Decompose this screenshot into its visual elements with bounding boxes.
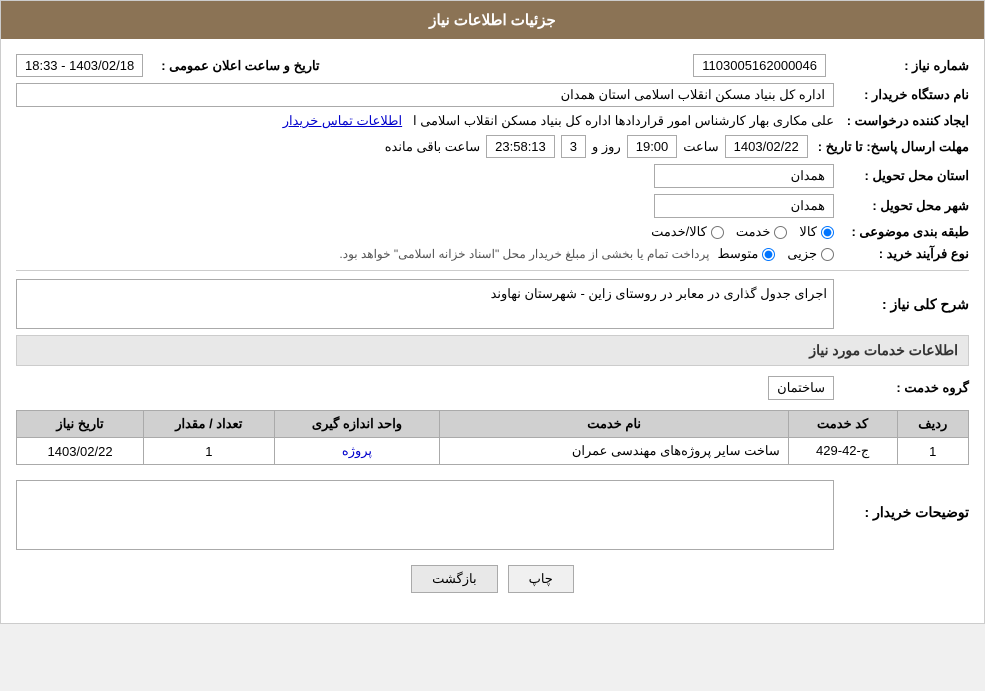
ejadKonande-link[interactable]: اطلاعات تماس خریدار xyxy=(283,113,402,128)
grohKhadamat-value: ساختمان xyxy=(768,376,834,400)
radio-kala-input[interactable] xyxy=(821,226,834,239)
namDasgah-label: نام دستگاه خریدار : xyxy=(834,87,969,103)
ostanTahvil-row: استان محل تحویل : همدان xyxy=(16,164,969,188)
radio-jozi: جزیی xyxy=(787,246,834,262)
ejadKonande-label: ایجاد کننده درخواست : xyxy=(834,113,969,129)
noeFarayand-note: پرداخت تمام یا بخشی از مبلغ خریدار محل "… xyxy=(339,247,709,261)
tawzihaat-label: توضیحات خریدار : xyxy=(834,504,969,521)
row-tedadMeqdar: 1 xyxy=(144,438,274,465)
tabaqeBandi-row: طبقه بندی موضوعی : کالا خدمت کالا/خدمت xyxy=(16,224,969,240)
grohKhadamat-row: گروه خدمت : ساختمان xyxy=(16,376,969,400)
noeFarayand-radio-group: جزیی متوسط xyxy=(717,246,834,262)
col-tedadMeqdar: تعداد / مقدار xyxy=(144,411,274,438)
divider1 xyxy=(16,270,969,271)
col-tarikhNiaz: تاریخ نیاز xyxy=(17,411,144,438)
saat-pasox: 19:00 xyxy=(627,135,678,158)
namDasgah-value: اداره کل بنیاد مسکن انقلاب اسلامی استان … xyxy=(16,83,834,107)
top-info-row: شماره نیاز : 1103005162000046 تاریخ و سا… xyxy=(16,54,969,77)
ostanTahvil-label: استان محل تحویل : xyxy=(834,168,969,184)
sharhKolli-label: شرح کلی نیاز : xyxy=(834,296,969,313)
radio-kala-khadamat: کالا/خدمت xyxy=(651,224,724,240)
roz-val: 3 xyxy=(561,135,586,158)
shahrTahvil-label: شهر محل تحویل : xyxy=(834,198,969,214)
roz-label: روز و xyxy=(592,139,621,155)
row-kodKhadamat: ج-42-429 xyxy=(788,438,897,465)
grohKhadamat-label: گروه خدمت : xyxy=(834,380,969,396)
row-vahedAndaze: پروژه xyxy=(274,438,440,465)
sharhKolli-row: شرح کلی نیاز : اجرای جدول گذاری در معابر… xyxy=(16,279,969,329)
table-row: 1 ج-42-429 ساخت سایر پروژه‌های مهندسی عم… xyxy=(17,438,969,465)
radio-kala-label: کالا xyxy=(799,224,817,240)
row-radif: 1 xyxy=(897,438,968,465)
khadamat-section-header: اطلاعات خدمات مورد نیاز xyxy=(16,335,969,366)
shomareNiaz-value: 1103005162000046 xyxy=(693,54,826,77)
services-table-header: ردیف کد خدمت نام خدمت واحد اندازه گیری ت… xyxy=(17,411,969,438)
mande-label: ساعت باقی مانده xyxy=(385,139,480,155)
radio-jozi-input[interactable] xyxy=(821,248,834,261)
bottom-buttons: چاپ بازگشت xyxy=(16,565,969,593)
row-namKhadamat: ساخت سایر پروژه‌های مهندسی عمران xyxy=(440,438,788,465)
services-section: ردیف کد خدمت نام خدمت واحد اندازه گیری ت… xyxy=(16,410,969,465)
shomareNiaz-label: شماره نیاز : xyxy=(834,58,969,74)
tawzihaat-box xyxy=(16,480,834,550)
page-title: جزئیات اطلاعات نیاز xyxy=(1,1,984,39)
tawzihaat-row: توضیحات خریدار : xyxy=(16,475,969,550)
tarikhAelan-label: تاریخ و ساعت اعلان عمومی : xyxy=(151,58,319,74)
ejadKonande-value: علی مکاری بهار کارشناس امور قراردادها اد… xyxy=(413,113,834,128)
services-table: ردیف کد خدمت نام خدمت واحد اندازه گیری ت… xyxy=(16,410,969,465)
page-wrapper: جزئیات اطلاعات نیاز شماره نیاز : 1103005… xyxy=(0,0,985,624)
tabaqeBandi-radio-group: کالا خدمت کالا/خدمت xyxy=(16,224,834,240)
col-namKhadamat: نام خدمت xyxy=(440,411,788,438)
mohlatErsalPasox-label: مهلت ارسال پاسخ: تا تاریخ : xyxy=(808,139,969,155)
col-kodKhadamat: کد خدمت xyxy=(788,411,897,438)
radio-kala-khadamat-label: کالا/خدمت xyxy=(651,224,707,240)
radio-kala-khadamat-input[interactable] xyxy=(711,226,724,239)
col-radif: ردیف xyxy=(897,411,968,438)
sharhKolli-value: اجرای جدول گذاری در معابر در روستای زاین… xyxy=(16,279,834,329)
radio-motovaset-input[interactable] xyxy=(762,248,775,261)
ejadKonande-row: ایجاد کننده درخواست : علی مکاری بهار کار… xyxy=(16,113,969,129)
main-content: شماره نیاز : 1103005162000046 تاریخ و سا… xyxy=(1,39,984,623)
radio-kala: کالا xyxy=(799,224,834,240)
radio-khadamat: خدمت xyxy=(736,224,788,240)
row-tarikhNiaz: 1403/02/22 xyxy=(17,438,144,465)
radio-khadamat-input[interactable] xyxy=(774,226,787,239)
namDasgah-row: نام دستگاه خریدار : اداره کل بنیاد مسکن … xyxy=(16,83,969,107)
ostanTahvil-value: همدان xyxy=(654,164,834,188)
radio-motovaset: متوسط xyxy=(717,246,775,262)
noeFarayand-label: نوع فرآیند خرید : xyxy=(834,246,969,262)
radio-motovaset-label: متوسط xyxy=(717,246,758,262)
col-vahedAndaze: واحد اندازه گیری xyxy=(274,411,440,438)
shahrTahvil-value: همدان xyxy=(654,194,834,218)
back-button[interactable]: بازگشت xyxy=(411,565,497,593)
tarikhAelan-value: 1403/02/18 - 18:33 xyxy=(16,54,143,77)
radio-khadamat-label: خدمت xyxy=(736,224,771,240)
date-row: 1403/02/22 ساعت 19:00 روز و 3 23:58:13 س… xyxy=(16,135,808,158)
mohlatErsalPasox-row: مهلت ارسال پاسخ: تا تاریخ : 1403/02/22 س… xyxy=(16,135,969,158)
tabaqeBandi-label: طبقه بندی موضوعی : xyxy=(834,224,969,240)
saat-label: ساعت xyxy=(683,139,718,155)
noeFarayand-row: نوع فرآیند خرید : جزیی متوسط پرداخت تمام… xyxy=(16,246,969,262)
mande-val: 23:58:13 xyxy=(486,135,555,158)
print-button[interactable]: چاپ xyxy=(508,565,574,593)
tarikh-pasox: 1403/02/22 xyxy=(725,135,808,158)
shahrTahvil-row: شهر محل تحویل : همدان xyxy=(16,194,969,218)
radio-jozi-label: جزیی xyxy=(787,246,817,262)
